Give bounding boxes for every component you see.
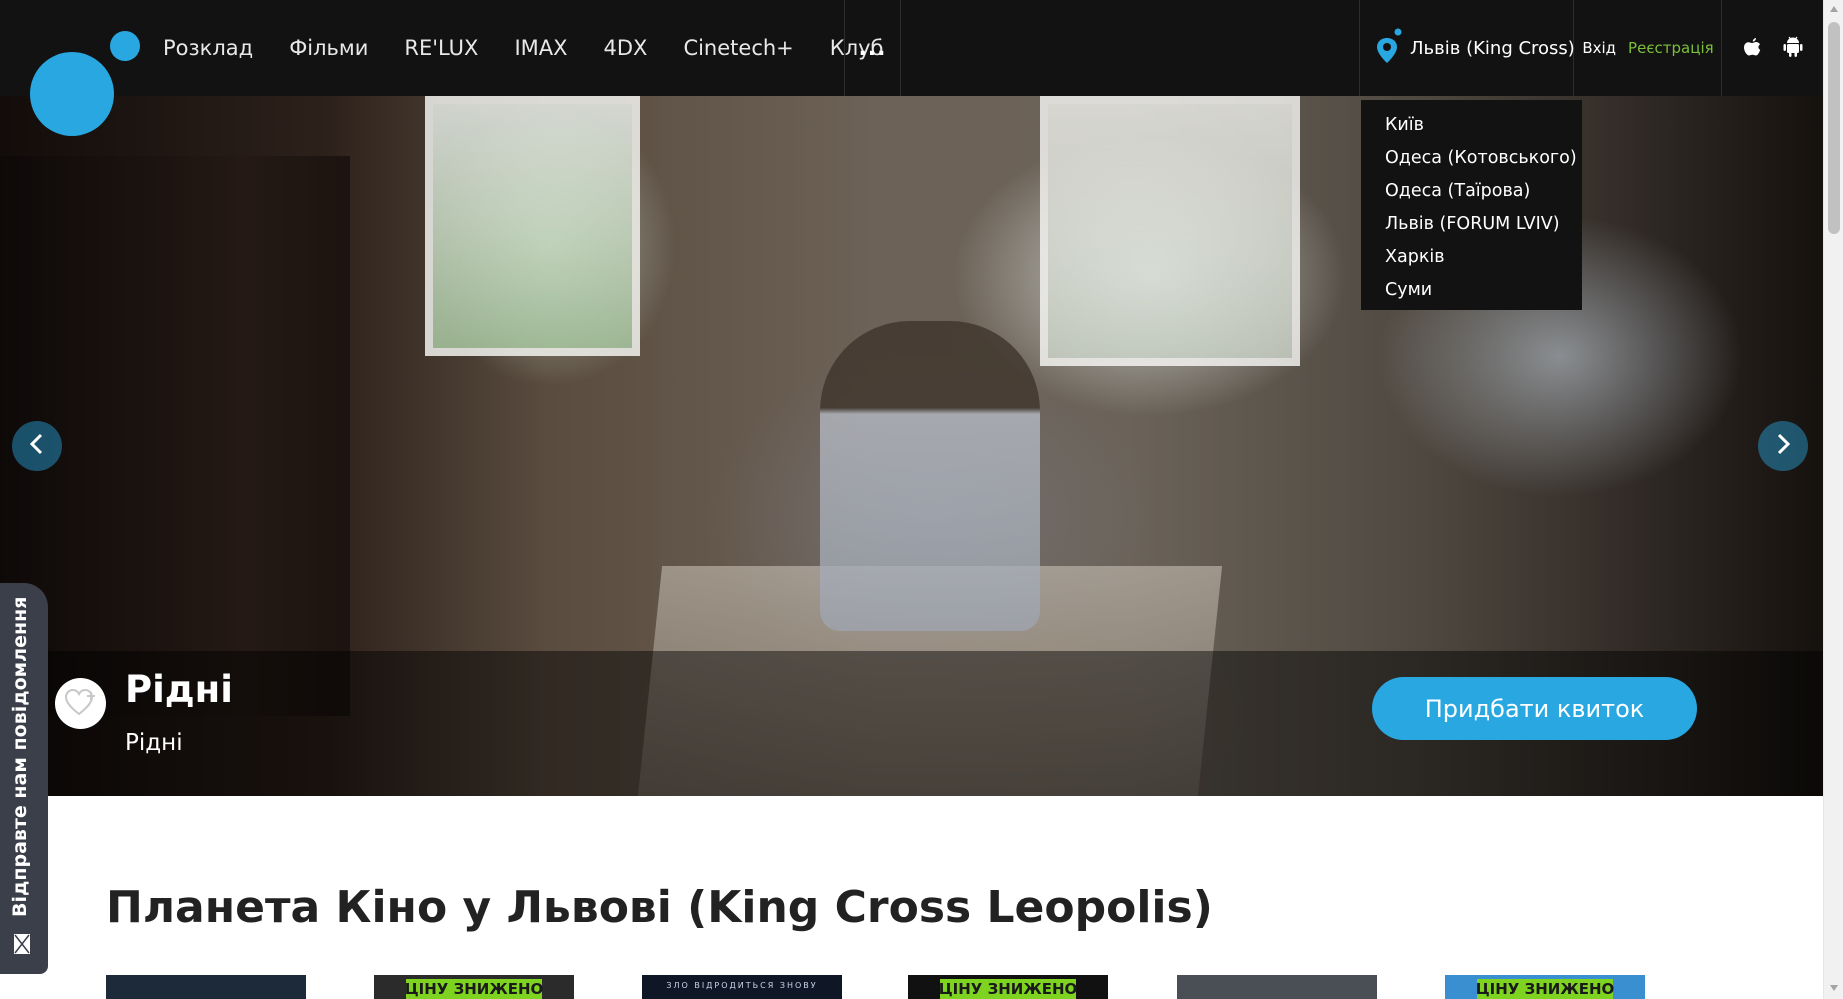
movie-subtitle: Рідні	[125, 730, 183, 756]
movie-poster[interactable]: ЦІНУ ЗНИЖЕНО	[1445, 975, 1645, 999]
nav-item-films[interactable]: Фільми	[271, 36, 386, 60]
register-link[interactable]: Реєстрація	[1628, 39, 1714, 57]
movie-poster[interactable]	[106, 975, 306, 999]
logo-dot	[110, 31, 140, 61]
buy-ticket-button[interactable]: Придбати квиток	[1372, 677, 1697, 740]
nav-item-imax[interactable]: IMAX	[496, 36, 585, 60]
city-option-lviv-forum[interactable]: Львів (FORUM LVIV)	[1361, 208, 1582, 241]
app-links	[1722, 0, 1823, 96]
movie-poster[interactable]: ЦІНУ ЗНИЖЕНО	[374, 975, 574, 999]
main-nav: Розклад Фільми RE'LUX IMAX 4DX Cinetech+…	[145, 0, 902, 96]
city-option-kharkiv[interactable]: Харків	[1361, 241, 1582, 274]
city-option-kyiv[interactable]: Київ	[1361, 109, 1582, 142]
section-title: Планета Кіно у Львові (King Cross Leopol…	[106, 882, 1213, 933]
heart-plus-icon	[64, 687, 98, 721]
ellipsis-icon: ...	[858, 35, 887, 61]
location-pin-icon	[1376, 28, 1402, 68]
scrollbar-thumb[interactable]	[1828, 22, 1840, 234]
price-reduced-badge: ЦІНУ ЗНИЖЕНО	[404, 979, 544, 999]
scroll-down-arrow-icon[interactable]	[1830, 985, 1838, 991]
city-option-sumy[interactable]: Суми	[1361, 274, 1582, 307]
page-scrollbar[interactable]	[1823, 0, 1843, 999]
poster-tagline: ЗЛО ВІДРОДИТЬСЯ ЗНОВУ	[666, 981, 818, 990]
movie-poster[interactable]: ЦІНУ ЗНИЖЕНО	[908, 975, 1108, 999]
nav-item-relux[interactable]: RE'LUX	[386, 36, 496, 60]
feedback-tab[interactable]: Відправте нам повідомлення	[0, 583, 48, 974]
city-option-odesa-kotovskogo[interactable]: Одеса (Котовського)	[1361, 142, 1582, 175]
price-reduced-badge: ЦІНУ ЗНИЖЕНО	[938, 979, 1078, 999]
carousel-prev-button[interactable]	[12, 421, 62, 471]
logo[interactable]	[30, 52, 114, 136]
scroll-up-arrow-icon[interactable]	[1830, 6, 1838, 12]
nav-more-button[interactable]: ...	[844, 0, 901, 96]
chevron-right-icon	[1774, 432, 1792, 460]
nav-item-cinetech[interactable]: Cinetech+	[665, 36, 811, 60]
movie-poster[interactable]	[1177, 975, 1377, 999]
movie-title: Рідні	[125, 668, 233, 711]
login-link[interactable]: Вхід	[1582, 39, 1616, 57]
android-icon[interactable]	[1783, 35, 1803, 61]
carousel-next-button[interactable]	[1758, 421, 1808, 471]
envelope-icon	[13, 933, 31, 959]
city-selector[interactable]: Львів (King Cross)	[1359, 0, 1575, 96]
nav-item-schedule[interactable]: Розклад	[145, 36, 271, 60]
hero-image-person	[820, 321, 1040, 631]
hero-image-window	[425, 96, 640, 356]
city-dropdown: Київ Одеса (Котовського) Одеса (Таїрова)…	[1361, 100, 1582, 310]
movie-posters-row: ЦІНУ ЗНИЖЕНО ЗЛО ВІДРОДИТЬСЯ ЗНОВУ ЦІНУ …	[106, 975, 1706, 999]
favorite-button[interactable]	[55, 678, 106, 729]
apple-icon[interactable]	[1743, 36, 1761, 61]
chevron-left-icon	[28, 432, 46, 460]
hero-image-window	[1040, 96, 1300, 366]
auth-links: Вхід Реєстрація	[1575, 0, 1722, 96]
city-selector-label: Львів (King Cross)	[1410, 37, 1575, 59]
nav-item-4dx[interactable]: 4DX	[586, 36, 666, 60]
movie-poster[interactable]: ЗЛО ВІДРОДИТЬСЯ ЗНОВУ	[642, 975, 842, 999]
city-option-odesa-tairova[interactable]: Одеса (Таїрова)	[1361, 175, 1582, 208]
feedback-label: Відправте нам повідомлення	[9, 596, 31, 917]
top-navigation-bar: Розклад Фільми RE'LUX IMAX 4DX Cinetech+…	[0, 0, 1823, 96]
price-reduced-badge: ЦІНУ ЗНИЖЕНО	[1475, 979, 1615, 999]
